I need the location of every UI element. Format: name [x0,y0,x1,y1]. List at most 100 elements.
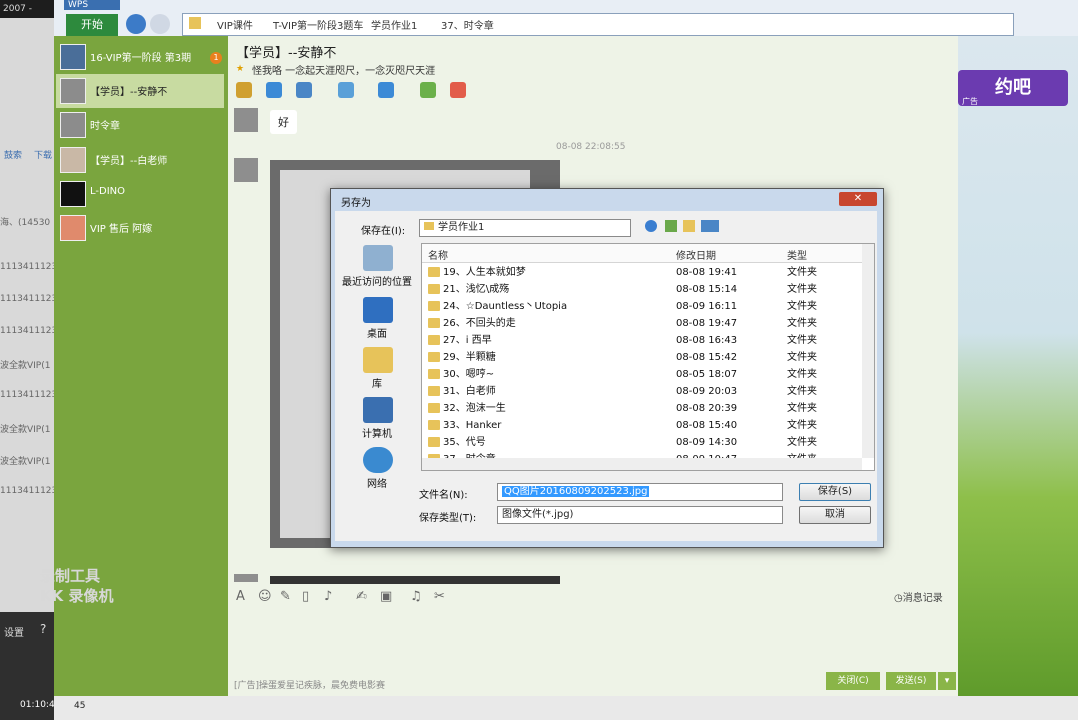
contact-item[interactable]: 【学员】--安静不 [56,74,224,108]
desktop-icon[interactable] [363,297,393,323]
file-row[interactable]: 30、嗯哼~ 08-05 18:07 文件夹 [422,366,862,383]
microphone-icon[interactable]: ♪ [324,589,332,604]
file-date: 08-08 15:42 [676,352,738,363]
back-icon[interactable] [645,220,657,232]
filename-input[interactable]: QQ图片20160809202523.jpg [497,483,783,501]
voice-call-icon[interactable] [236,82,252,98]
desktop-row: 1113411123 [0,294,54,304]
desktop-row: 波全款VIP(1 [0,457,51,467]
breadcrumb-item[interactable]: 学员作业1 [371,17,417,32]
emoji-icon[interactable]: ☺ [258,589,272,604]
desktop-row[interactable]: 下载 [34,148,54,161]
file-row[interactable]: 21、浅忆\成殇 08-08 15:14 文件夹 [422,281,862,298]
view-menu-icon[interactable] [701,220,719,232]
save-in-value: 学员作业1 [438,222,485,233]
computer-icon[interactable] [363,397,393,423]
image-icon[interactable]: ▣ [380,589,392,604]
edit-icon[interactable]: ✍ [356,589,367,604]
horizontal-scrollbar[interactable] [422,458,862,470]
up-folder-icon[interactable] [665,220,677,232]
file-type: 文件夹 [787,420,817,431]
file-row[interactable]: 24、☆Dauntless丶Utopia 08-09 16:11 文件夹 [422,298,862,315]
file-row[interactable]: 19、人生本就如梦 08-08 19:41 文件夹 [422,264,862,281]
folder-icon [428,267,440,277]
file-row[interactable]: 32、泡沫一生 08-08 20:39 文件夹 [422,400,862,417]
breadcrumb-item[interactable]: 37、时令章 [441,17,494,32]
places-item-label[interactable]: 桌面 [337,325,417,340]
vertical-scrollbar[interactable] [862,244,874,458]
file-name: 19、人生本就如梦 [443,267,526,278]
column-date[interactable]: 修改日期 [676,247,716,262]
contact-item[interactable]: 16-VIP第一阶段 第3期 [56,40,224,74]
contact-item[interactable]: 【学员】--白老师 [56,143,224,177]
contact-item[interactable]: VIP 售后 阿嫁 [56,211,224,245]
screen-share-icon[interactable] [296,82,312,98]
contact-name: 【学员】--安静不 [90,87,168,98]
close-chat-button[interactable]: 关闭(C) [826,672,880,690]
start-button[interactable]: 开始 [66,14,118,36]
places-item-label[interactable]: 网络 [337,475,417,490]
settings-label[interactable]: 设置 [4,624,24,639]
send-button[interactable]: 发送(S) [886,672,936,690]
file-row[interactable]: 27、i 西早 08-08 16:43 文件夹 [422,332,862,349]
save-in-select[interactable]: 学员作业1 [419,219,631,237]
create-group-icon[interactable] [420,82,436,98]
avatar [60,181,86,207]
file-date: 08-09 14:30 [676,437,738,448]
back-icon[interactable] [126,14,146,34]
file-row[interactable]: 35、代号 08-09 14:30 文件夹 [422,434,862,451]
column-name[interactable]: 名称 [428,247,448,262]
screenshot-icon[interactable]: ✂ [434,589,445,604]
places-item-label[interactable]: 库 [337,375,417,390]
contact-item[interactable]: L-DINO [56,177,224,211]
send-options-chevron-icon[interactable]: ▾ [938,672,956,690]
music-icon[interactable]: ♫ [410,589,422,604]
avatar [60,147,86,173]
recorder-name: KK 录像机 [40,587,114,605]
help-icon[interactable]: ? [40,622,46,636]
address-bar[interactable]: VIP课件 T-VIP第一阶段3题车 学员作业1 37、时令章 [182,13,1014,36]
file-list[interactable]: 名称 修改日期 类型 19、人生本就如梦 08-08 19:41 文件夹 21、浅忆\… [421,243,875,471]
places-item-label[interactable]: 计算机 [337,425,417,440]
video-call-icon[interactable] [266,82,282,98]
file-row[interactable]: 29、半颗糖 08-08 15:42 文件夹 [422,349,862,366]
shake-icon[interactable]: ✎ [280,589,291,604]
places-item-label[interactable]: 最近访问的位置 [337,273,417,288]
save-button[interactable]: 保存(S) [799,483,871,501]
file-row[interactable]: 31、白老师 08-09 20:03 文件夹 [422,383,862,400]
apps-icon[interactable] [450,82,466,98]
avatar [234,108,258,132]
save-in-label: 保存在(I): [361,226,406,237]
folder-icon [428,301,440,311]
chat-image[interactable] [270,576,560,584]
folder-icon [428,403,440,413]
recent-places-icon[interactable] [363,245,393,271]
forward-icon[interactable] [150,14,170,34]
clock-icon: ◷ [894,593,903,604]
wps-tab[interactable]: WPS [64,0,120,10]
file-type: 文件夹 [787,301,817,312]
font-icon[interactable]: A [236,589,245,604]
file-row[interactable]: 26、不回头的走 08-08 19:47 文件夹 [422,315,862,332]
library-icon[interactable] [363,347,393,373]
ad-text[interactable]: [广告]操蛋爱星记疾脉，晨免费电影赛 [234,678,385,691]
remote-desktop-icon[interactable] [378,82,394,98]
message-history-button[interactable]: ◷消息记录 [894,589,943,604]
folder-icon [428,318,440,328]
file-name: 21、浅忆\成殇 [443,284,510,295]
cancel-button[interactable]: 取消 [799,506,871,524]
close-icon[interactable]: ✕ [839,192,877,206]
avatar [60,78,86,104]
voice-message-icon[interactable]: ▯ [302,589,309,604]
breadcrumb-item[interactable]: VIP课件 [217,17,253,32]
column-type[interactable]: 类型 [787,247,807,262]
breadcrumb-item[interactable]: T-VIP第一阶段3题车 [273,17,363,32]
filetype-label: 保存类型(T): [419,513,477,524]
file-row[interactable]: 33、Hanker 08-08 15:40 文件夹 [422,417,862,434]
network-icon[interactable] [363,447,393,473]
filetype-select[interactable]: 图像文件(*.jpg) [497,506,783,524]
file-name: 27、i 西早 [443,335,492,346]
file-transfer-icon[interactable] [338,82,354,98]
new-folder-icon[interactable] [683,220,695,232]
contact-item[interactable]: 时令章 [56,108,224,142]
